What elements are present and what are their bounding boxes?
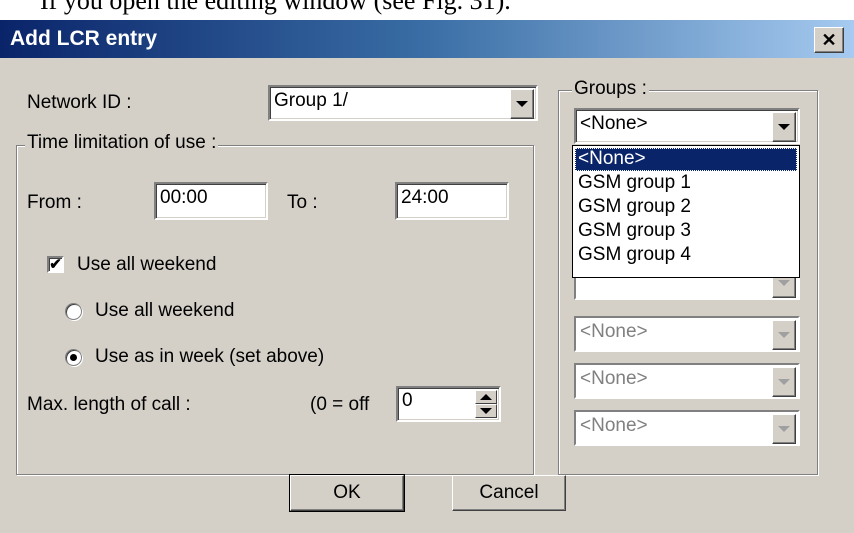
title-bar[interactable]: Add LCR entry ✕ [0, 20, 854, 58]
use-all-weekend-checkbox[interactable]: ✔ [47, 256, 64, 273]
chevron-down-icon [778, 124, 790, 130]
chevron-down-icon [516, 101, 528, 107]
to-time-input[interactable]: 24:00 [395, 182, 509, 220]
group-combo-3: <None> [574, 316, 800, 352]
cancel-button[interactable]: Cancel [452, 475, 566, 511]
add-lcr-dialog: Add LCR entry ✕ Network ID : Group 1/ Ti… [0, 20, 854, 533]
spin-down-button[interactable] [475, 404, 497, 418]
spin-up-button[interactable] [475, 390, 497, 404]
radio-selected-dot [70, 354, 77, 361]
radio-use-as-in-week[interactable] [65, 349, 82, 366]
list-item[interactable]: <None> [575, 148, 797, 171]
group-combo-1-dropdown-button[interactable] [772, 112, 796, 142]
group-combo-1[interactable]: <None> [574, 108, 800, 144]
chevron-down-icon [778, 426, 790, 432]
max-length-value: 0 [402, 390, 413, 411]
group-combo-3-dropdown-button [772, 320, 796, 350]
from-time-value: 00:00 [160, 187, 208, 208]
max-length-label: Max. length of call : [27, 394, 191, 415]
chevron-down-icon [778, 332, 790, 338]
group-combo-3-value: <None> [580, 321, 648, 342]
chevron-down-icon [778, 280, 790, 286]
group-combo-5-dropdown-button [772, 414, 796, 444]
group-combo-4: <None> [574, 363, 800, 399]
group-combo-5: <None> [574, 410, 800, 446]
time-limitation-title: Time limitation of use : [25, 132, 219, 154]
network-id-label: Network ID : [27, 92, 132, 113]
list-item[interactable]: GSM group 1 [575, 172, 797, 195]
from-label: From : [27, 192, 82, 213]
checkmark-icon: ✔ [49, 256, 62, 273]
close-icon: ✕ [821, 29, 837, 50]
list-item[interactable]: GSM group 3 [575, 220, 797, 243]
radio-use-all-weekend-label: Use all weekend [95, 300, 235, 321]
ok-button[interactable]: OK [289, 474, 405, 512]
radio-use-as-in-week-label: Use as in week (set above) [95, 346, 325, 367]
list-item[interactable]: GSM group 4 [575, 244, 797, 267]
arrow-up-icon [480, 394, 492, 400]
arrow-down-icon [480, 408, 492, 414]
to-label: To : [287, 192, 318, 213]
radio-use-all-weekend[interactable] [65, 303, 82, 320]
group-combo-1-value: <None> [580, 113, 648, 134]
group-combo-5-value: <None> [580, 415, 648, 436]
chevron-down-icon [778, 379, 790, 385]
max-length-spinner[interactable]: 0 [396, 386, 501, 422]
network-id-combo[interactable]: Group 1/ [268, 85, 538, 121]
from-time-input[interactable]: 00:00 [154, 182, 268, 220]
list-item[interactable]: GSM group 2 [575, 196, 797, 219]
close-button[interactable]: ✕ [814, 27, 844, 53]
max-length-hint: (0 = off [310, 394, 370, 415]
network-id-value: Group 1/ [274, 90, 348, 111]
dialog-title: Add LCR entry [10, 27, 157, 50]
groups-title: Groups : [572, 78, 649, 100]
use-all-weekend-checkbox-label: Use all weekend [77, 254, 217, 275]
to-time-value: 24:00 [401, 187, 449, 208]
groups-dropdown-list[interactable]: <None> GSM group 1 GSM group 2 GSM group… [572, 145, 800, 278]
network-id-dropdown-button[interactable] [510, 89, 534, 119]
document-text: If you open the editing window (see Fig.… [40, 0, 511, 15]
group-combo-4-dropdown-button [772, 367, 796, 397]
group-combo-4-value: <None> [580, 368, 648, 389]
